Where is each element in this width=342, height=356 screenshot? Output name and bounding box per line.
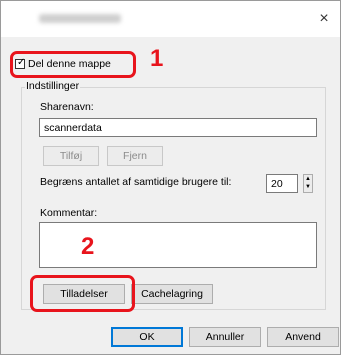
callout-number-1: 1: [150, 45, 164, 72]
callout-highlight-1: [10, 51, 136, 78]
cancel-button[interactable]: Annuller: [189, 327, 261, 347]
remove-button[interactable]: Fjern: [107, 146, 163, 166]
settings-group-label: Indstillinger: [25, 80, 81, 92]
blurred-title: [39, 14, 121, 23]
user-limit-spinner[interactable]: ▲ ▼: [303, 174, 313, 193]
spin-down-icon[interactable]: ▼: [304, 183, 312, 191]
sharename-label: Sharenavn:: [40, 101, 94, 113]
apply-button[interactable]: Anvend: [267, 327, 339, 347]
user-limit-field[interactable]: 20: [266, 174, 298, 193]
comment-label: Kommentar:: [40, 207, 98, 219]
spin-up-icon[interactable]: ▲: [304, 175, 312, 183]
user-limit-label: Begræns antallet af samtidige brugere ti…: [40, 176, 232, 188]
sharename-field[interactable]: scannerdata: [39, 118, 317, 137]
add-button[interactable]: Tilføj: [43, 146, 99, 166]
close-icon[interactable]: ×: [314, 9, 334, 29]
ok-button[interactable]: OK: [111, 327, 183, 347]
title-bar: ×: [1, 1, 340, 37]
callout-number-2: 2: [81, 233, 95, 260]
caching-button[interactable]: Cachelagring: [131, 284, 213, 304]
callout-highlight-2: [30, 275, 135, 312]
advanced-sharing-dialog: × ✓ Del denne mappe Indstillinger Sharen…: [0, 0, 341, 355]
